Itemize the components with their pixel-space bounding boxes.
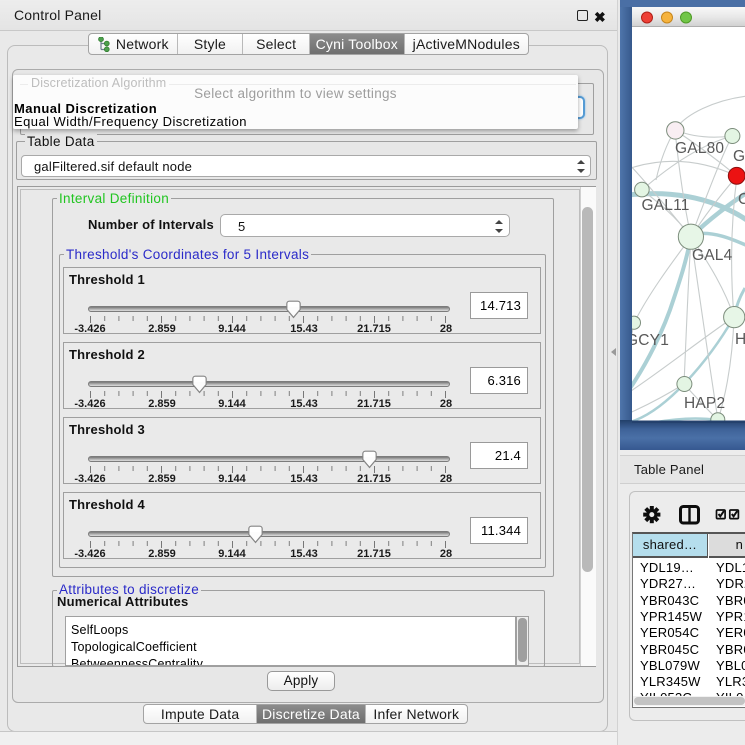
svg-text:GA: GA — [733, 148, 745, 165]
svg-text:GCY1: GCY1 — [626, 332, 669, 349]
svg-text:GAL11: GAL11 — [642, 197, 690, 214]
svg-text:HAP2: HAP2 — [684, 395, 725, 412]
svg-text:H: H — [735, 331, 745, 348]
svg-text:C: C — [738, 191, 745, 208]
svg-text:GAL4: GAL4 — [692, 247, 733, 264]
svg-text:GAL80: GAL80 — [675, 140, 724, 157]
